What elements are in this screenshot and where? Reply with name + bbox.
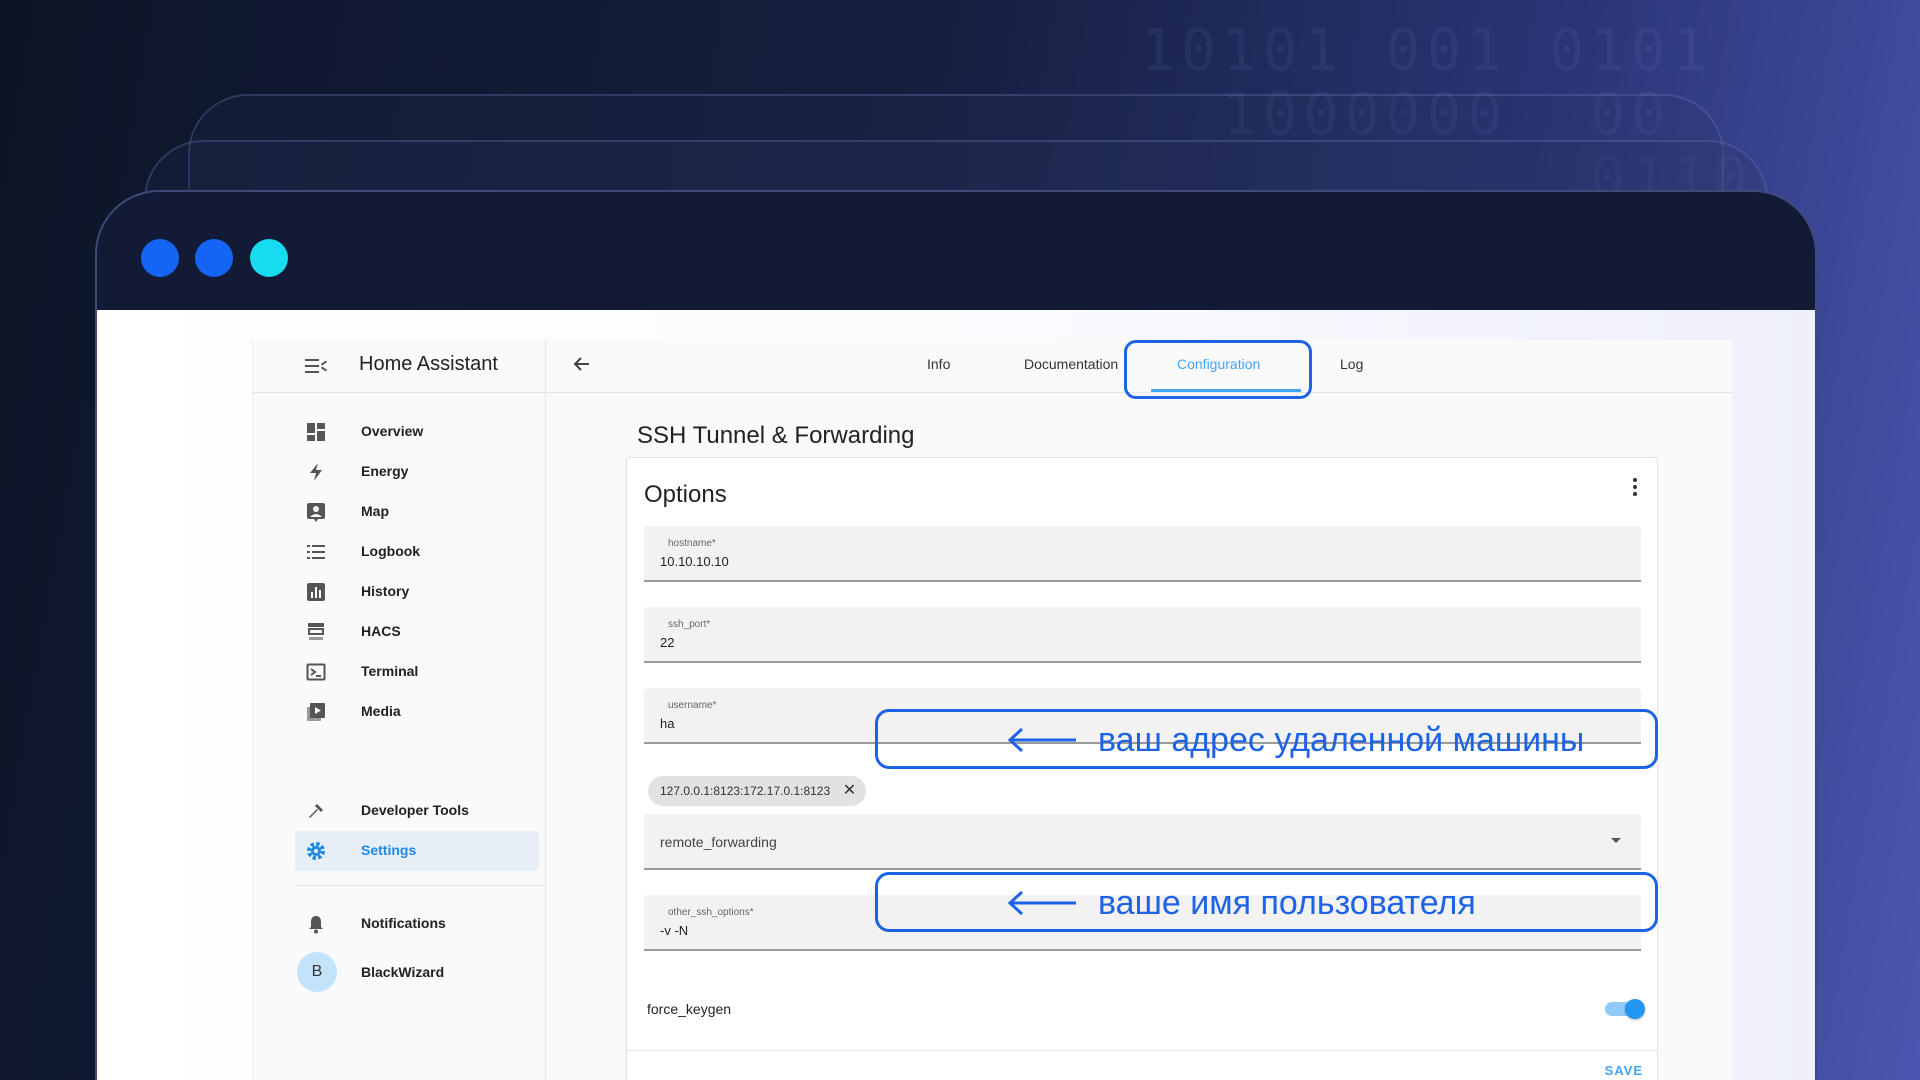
chart-icon xyxy=(305,581,327,603)
force-keygen-label: force_keygen xyxy=(647,1001,732,1017)
sidebar-item-energy[interactable]: Energy xyxy=(295,452,539,492)
sidebar-item-label: Media xyxy=(361,703,401,719)
annotation-text: ваше имя пользователя xyxy=(1098,884,1476,922)
window-dot-close[interactable] xyxy=(141,239,179,277)
sidebar-item-label: History xyxy=(361,583,410,599)
sidebar-item-notifications[interactable]: Notifications xyxy=(295,904,539,944)
sidebar-item-map[interactable]: Map xyxy=(295,492,539,532)
avatar: B xyxy=(297,952,337,992)
sidebar-item-user[interactable]: B BlackWizard xyxy=(295,952,539,992)
sidebar-title: Home Assistant xyxy=(359,353,498,375)
save-button[interactable]: SAVE xyxy=(1605,1063,1643,1078)
sidebar-item-label: Terminal xyxy=(361,663,419,679)
more-vert-icon[interactable] xyxy=(1633,478,1637,499)
chevron-down-icon xyxy=(1611,838,1621,843)
chip-label: 127.0.0.1:8123:172.17.0.1:8123 xyxy=(660,784,831,798)
sidebar-item-label: Settings xyxy=(361,842,417,858)
top-app-bar: Info Documentation Configuration Log xyxy=(547,340,1732,399)
annotation-username: ваше имя пользователя xyxy=(875,872,1658,932)
browser-title-bar xyxy=(97,192,1815,310)
sidebar-item-history[interactable]: History xyxy=(295,572,539,612)
sidebar-item-terminal[interactable]: Terminal xyxy=(295,652,539,692)
list-icon xyxy=(305,541,327,563)
page-title: SSH Tunnel & Forwarding xyxy=(637,422,915,449)
map-icon xyxy=(305,501,327,523)
sidebar-item-hacs[interactable]: HACS xyxy=(295,612,539,652)
browser-content: Home Assistant Overview Energy Map Logbo… xyxy=(97,310,1815,1080)
highlight-box-configuration xyxy=(1124,340,1312,399)
field-label: username* xyxy=(668,700,717,711)
window-dot-minimize[interactable] xyxy=(195,239,233,277)
sidebar-item-developer-tools[interactable]: Developer Tools xyxy=(295,791,539,831)
sidebar-item-label: Notifications xyxy=(361,915,446,931)
field-value: ha xyxy=(660,716,675,731)
force-keygen-toggle[interactable] xyxy=(1605,999,1645,1019)
window-dot-maximize[interactable] xyxy=(250,239,288,277)
sidebar-item-label: BlackWizard xyxy=(361,964,445,980)
field-label: hostname* xyxy=(668,538,716,549)
annotation-text: ваш адрес удаленной машины xyxy=(1098,721,1585,759)
media-icon xyxy=(305,701,327,723)
menu-collapse-icon[interactable] xyxy=(305,356,328,376)
tab-log[interactable]: Log xyxy=(1340,356,1363,372)
field-value: 22 xyxy=(660,635,675,650)
hostname-field[interactable]: hostname* 10.10.10.10 xyxy=(644,526,1641,582)
home-assistant-app: Home Assistant Overview Energy Map Logbo… xyxy=(252,340,1732,1080)
annotation-hostname: ваш адрес удаленной машины xyxy=(875,709,1658,769)
hacs-icon xyxy=(305,621,327,643)
sidebar-divider xyxy=(295,885,546,886)
lightning-icon xyxy=(305,461,327,483)
gear-icon xyxy=(305,840,327,862)
arrow-left-icon xyxy=(1007,890,1076,916)
terminal-icon xyxy=(305,661,327,683)
sidebar-item-label: Overview xyxy=(361,423,424,439)
sidebar-item-label: Energy xyxy=(361,463,409,479)
sidebar-item-logbook[interactable]: Logbook xyxy=(295,532,539,572)
tab-documentation[interactable]: Documentation xyxy=(1024,356,1118,372)
sidebar-item-settings[interactable]: Settings xyxy=(295,831,539,871)
select-value: remote_forwarding xyxy=(660,834,777,850)
sidebar-item-label: Logbook xyxy=(361,543,421,559)
back-arrow-icon[interactable] xyxy=(571,354,591,380)
sidebar: Home Assistant Overview Energy Map Logbo… xyxy=(253,340,546,1080)
field-label: ssh_port* xyxy=(668,619,711,630)
dashboard-icon xyxy=(305,421,327,443)
card-title: Options xyxy=(644,481,727,508)
sidebar-item-media[interactable]: Media xyxy=(295,692,539,732)
remote-forwarding-select[interactable]: remote_forwarding xyxy=(644,814,1641,870)
close-icon[interactable]: ✕ xyxy=(843,776,856,806)
card-divider xyxy=(627,1050,1657,1051)
field-value: 10.10.10.10 xyxy=(660,554,729,569)
ssh-port-field[interactable]: ssh_port* 22 xyxy=(644,607,1641,663)
tab-info[interactable]: Info xyxy=(927,356,950,372)
sidebar-item-label: Developer Tools xyxy=(361,802,469,818)
sidebar-item-label: HACS xyxy=(361,623,401,639)
forwarding-chip: 127.0.0.1:8123:172.17.0.1:8123 ✕ xyxy=(648,776,867,806)
browser-window: Home Assistant Overview Energy Map Logbo… xyxy=(95,190,1817,1080)
hammer-icon xyxy=(305,800,327,822)
toggle-knob xyxy=(1625,999,1645,1019)
field-label: other_ssh_options* xyxy=(668,907,754,918)
sidebar-item-overview[interactable]: Overview xyxy=(295,412,539,452)
sidebar-header: Home Assistant xyxy=(253,340,546,393)
arrow-left-icon xyxy=(1007,727,1076,753)
sidebar-item-label: Map xyxy=(361,503,389,519)
bell-icon xyxy=(305,913,327,935)
field-value: -v -N xyxy=(660,923,689,938)
